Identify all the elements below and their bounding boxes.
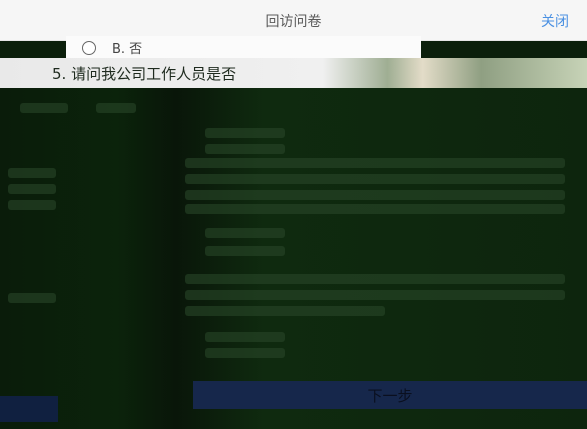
- next-button[interactable]: 下一步: [193, 381, 587, 409]
- blurred-text: [205, 246, 285, 256]
- blurred-text: [8, 293, 56, 303]
- blurred-text: [8, 200, 56, 210]
- blurred-text: [185, 158, 565, 168]
- blurred-text: [8, 184, 56, 194]
- dialog-title: 回访问卷: [265, 14, 322, 30]
- blurred-text: [185, 306, 385, 316]
- blurred-text: [205, 228, 285, 238]
- option-row-b[interactable]: B. 否: [66, 36, 421, 58]
- radio-icon[interactable]: [82, 41, 96, 55]
- blurred-text: [185, 190, 565, 200]
- blurred-text: [96, 103, 136, 113]
- dialog-header: 回访问卷 关闭: [0, 0, 587, 41]
- close-button[interactable]: 关闭: [541, 11, 569, 31]
- next-label: 下一步: [367, 387, 413, 405]
- question-text: 5. 请问我公司工作人员是否: [52, 65, 237, 83]
- question-row: 5. 请问我公司工作人员是否: [0, 58, 587, 88]
- blurred-text: [20, 103, 68, 113]
- blurred-text: [205, 348, 285, 358]
- blurred-text: [185, 174, 565, 184]
- option-label: B. 否: [112, 42, 143, 57]
- blurred-text: [205, 332, 285, 342]
- obscured-content: [0, 88, 587, 429]
- blurred-text: [8, 168, 56, 178]
- blurred-text: [185, 204, 565, 214]
- blurred-text: [185, 274, 565, 284]
- blurred-text: [205, 144, 285, 154]
- left-panel-bar: [0, 396, 58, 422]
- blurred-text: [205, 128, 285, 138]
- blurred-text: [185, 290, 565, 300]
